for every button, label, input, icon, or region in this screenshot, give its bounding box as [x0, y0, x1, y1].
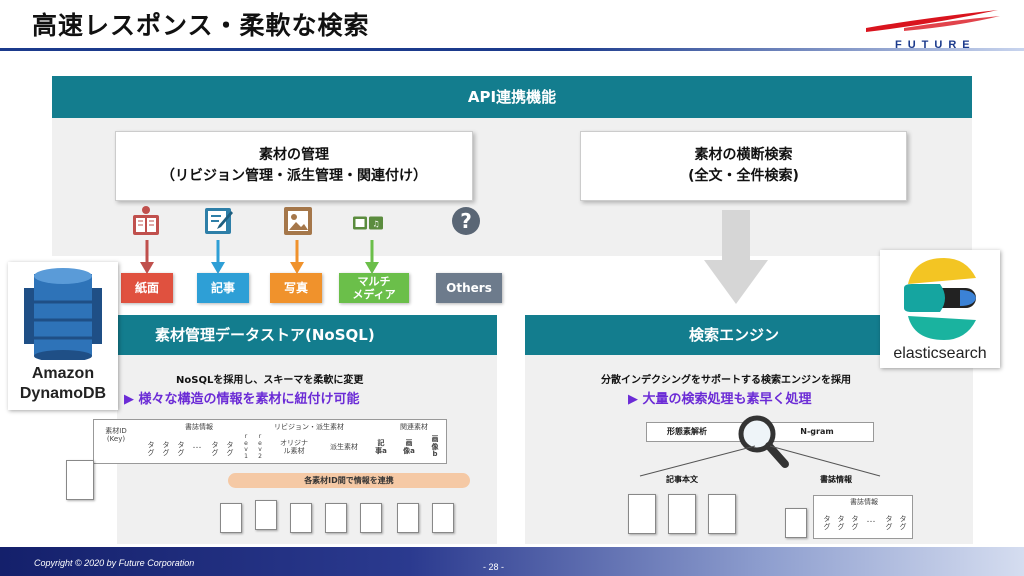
doc-icon: [66, 460, 94, 500]
table-original: オリジナ ル素材: [280, 439, 308, 455]
table-image-b: 画 像 b: [431, 435, 439, 459]
table-ellipsis: …: [192, 441, 202, 451]
table-group-related: 関連素材: [400, 423, 428, 431]
dynamodb-line1: Amazon: [31, 365, 95, 382]
tag-others: Others: [436, 273, 502, 303]
datastore-table: 素材ID (Key) 書誌情報 リビジョン・派生素材 関連素材 タ グ タ グ …: [93, 419, 447, 464]
tag-multimedia: マルチ メディア: [339, 273, 409, 303]
doc-icon: [628, 494, 656, 534]
search-engine-highlight: ▶ 大量の検索処理も素早く処理: [628, 392, 812, 407]
elasticsearch-card: elasticsearch: [880, 250, 1000, 368]
table-tag-5: タ グ: [226, 441, 234, 457]
arrow-down-red: [140, 240, 154, 274]
dynamodb-icon: [24, 268, 102, 360]
table-tag-2: タ グ: [162, 441, 170, 457]
svg-text:♫: ♫: [372, 220, 379, 229]
table-rev1: r e v 1: [244, 433, 248, 460]
biblio-table-title: 書誌情報: [850, 498, 878, 506]
datastore-subtitle: NoSQLを採用し、スキーマを柔軟に変更: [176, 375, 364, 386]
link-pill: 各素材ID間で情報を連携: [228, 473, 470, 488]
slide-title: 高速レスポンス・柔軟な検索: [32, 11, 370, 40]
table-tag-1: タ グ: [147, 441, 155, 457]
multimedia-icon: ♫: [353, 216, 383, 230]
dynamodb-line2: DynamoDB: [19, 385, 107, 402]
biblio-tag-4: タ グ: [885, 515, 893, 531]
cross-search-box: 素材の横断検索 (全文・全件検索): [580, 131, 907, 201]
table-article-a: 記 事a: [375, 439, 387, 455]
copyright: Copyright © 2020 by Future Corporation: [34, 558, 195, 568]
datastore-header: 素材管理データストア(NoSQL): [117, 315, 497, 355]
question-icon: ?: [452, 207, 480, 235]
doc-icon: [290, 503, 312, 533]
table-tag-3: タ グ: [177, 441, 185, 457]
elasticsearch-label: elasticsearch: [893, 345, 987, 362]
elasticsearch-icon: [904, 258, 976, 340]
svg-text:?: ?: [460, 209, 472, 233]
table-tag-4: タ グ: [211, 441, 219, 457]
table-image-a: 画 像a: [403, 439, 415, 455]
image-doc-icon: [397, 503, 419, 533]
page-number: - 28 -: [483, 562, 505, 572]
brand-name: FUTURE: [895, 39, 976, 51]
article-body-label: 記事本文: [666, 475, 698, 484]
search-engine-subtitle: 分散インデクシングをサポートする検索エンジンを採用: [601, 375, 851, 386]
tag-newspaper: 紙面: [121, 273, 173, 303]
biblio-tag-2: タ グ: [837, 515, 845, 531]
doc-icon: [785, 508, 807, 538]
arrow-down-green: [365, 240, 379, 274]
doc-icon: [255, 500, 277, 530]
arrow-down-blue: [211, 240, 225, 274]
biblio-table: 書誌情報 タ グ タ グ タ グ … タ グ タ グ: [813, 495, 913, 539]
biblio-tag-1: タ グ: [823, 515, 831, 531]
table-rev2: r e v 2: [258, 433, 262, 460]
dynamodb-card: Amazon DynamoDB: [8, 262, 118, 410]
biblio-tag-3: タ グ: [851, 515, 859, 531]
tag-article: 記事: [197, 273, 249, 303]
cross-search-detail: (全文・全件検索): [688, 168, 799, 184]
article-edit-icon: [205, 208, 233, 234]
doc-icon: [360, 503, 382, 533]
material-management-detail: （リビジョン管理・派生管理・関連付け）: [161, 168, 427, 184]
table-derived: 派生素材: [330, 443, 358, 451]
api-panel-header: API連携機能: [52, 76, 972, 118]
photo-icon: [284, 207, 312, 235]
material-management-title: 素材の管理: [259, 147, 329, 163]
dynamodb-label: Amazon DynamoDB: [8, 364, 118, 404]
doc-icon: [668, 494, 696, 534]
doc-icon: [220, 503, 242, 533]
table-key-label: 素材ID (Key): [105, 427, 127, 443]
image-doc-icon: [432, 503, 454, 533]
biblio-tag-5: タ グ: [899, 515, 907, 531]
material-management-box: 素材の管理 （リビジョン管理・派生管理・関連付け）: [115, 131, 473, 201]
tag-photo: 写真: [270, 273, 322, 303]
big-down-arrow: [704, 210, 768, 304]
biblio-ellipsis: …: [866, 515, 876, 525]
search-connector-lines: [639, 445, 881, 477]
datastore-highlight: ▶ 様々な構造の情報を素材に紐付け可能: [124, 392, 360, 407]
doc-icon: [708, 494, 736, 534]
arrow-down-orange: [290, 240, 304, 274]
doc-icon: [325, 503, 347, 533]
table-group-biblio: 書誌情報: [185, 423, 213, 431]
biblio-label: 書誌情報: [820, 475, 852, 484]
cross-search-title: 素材の横断検索: [694, 147, 793, 163]
table-group-revision: リビジョン・派生素材: [274, 423, 344, 431]
newspaper-icon: [133, 206, 159, 235]
